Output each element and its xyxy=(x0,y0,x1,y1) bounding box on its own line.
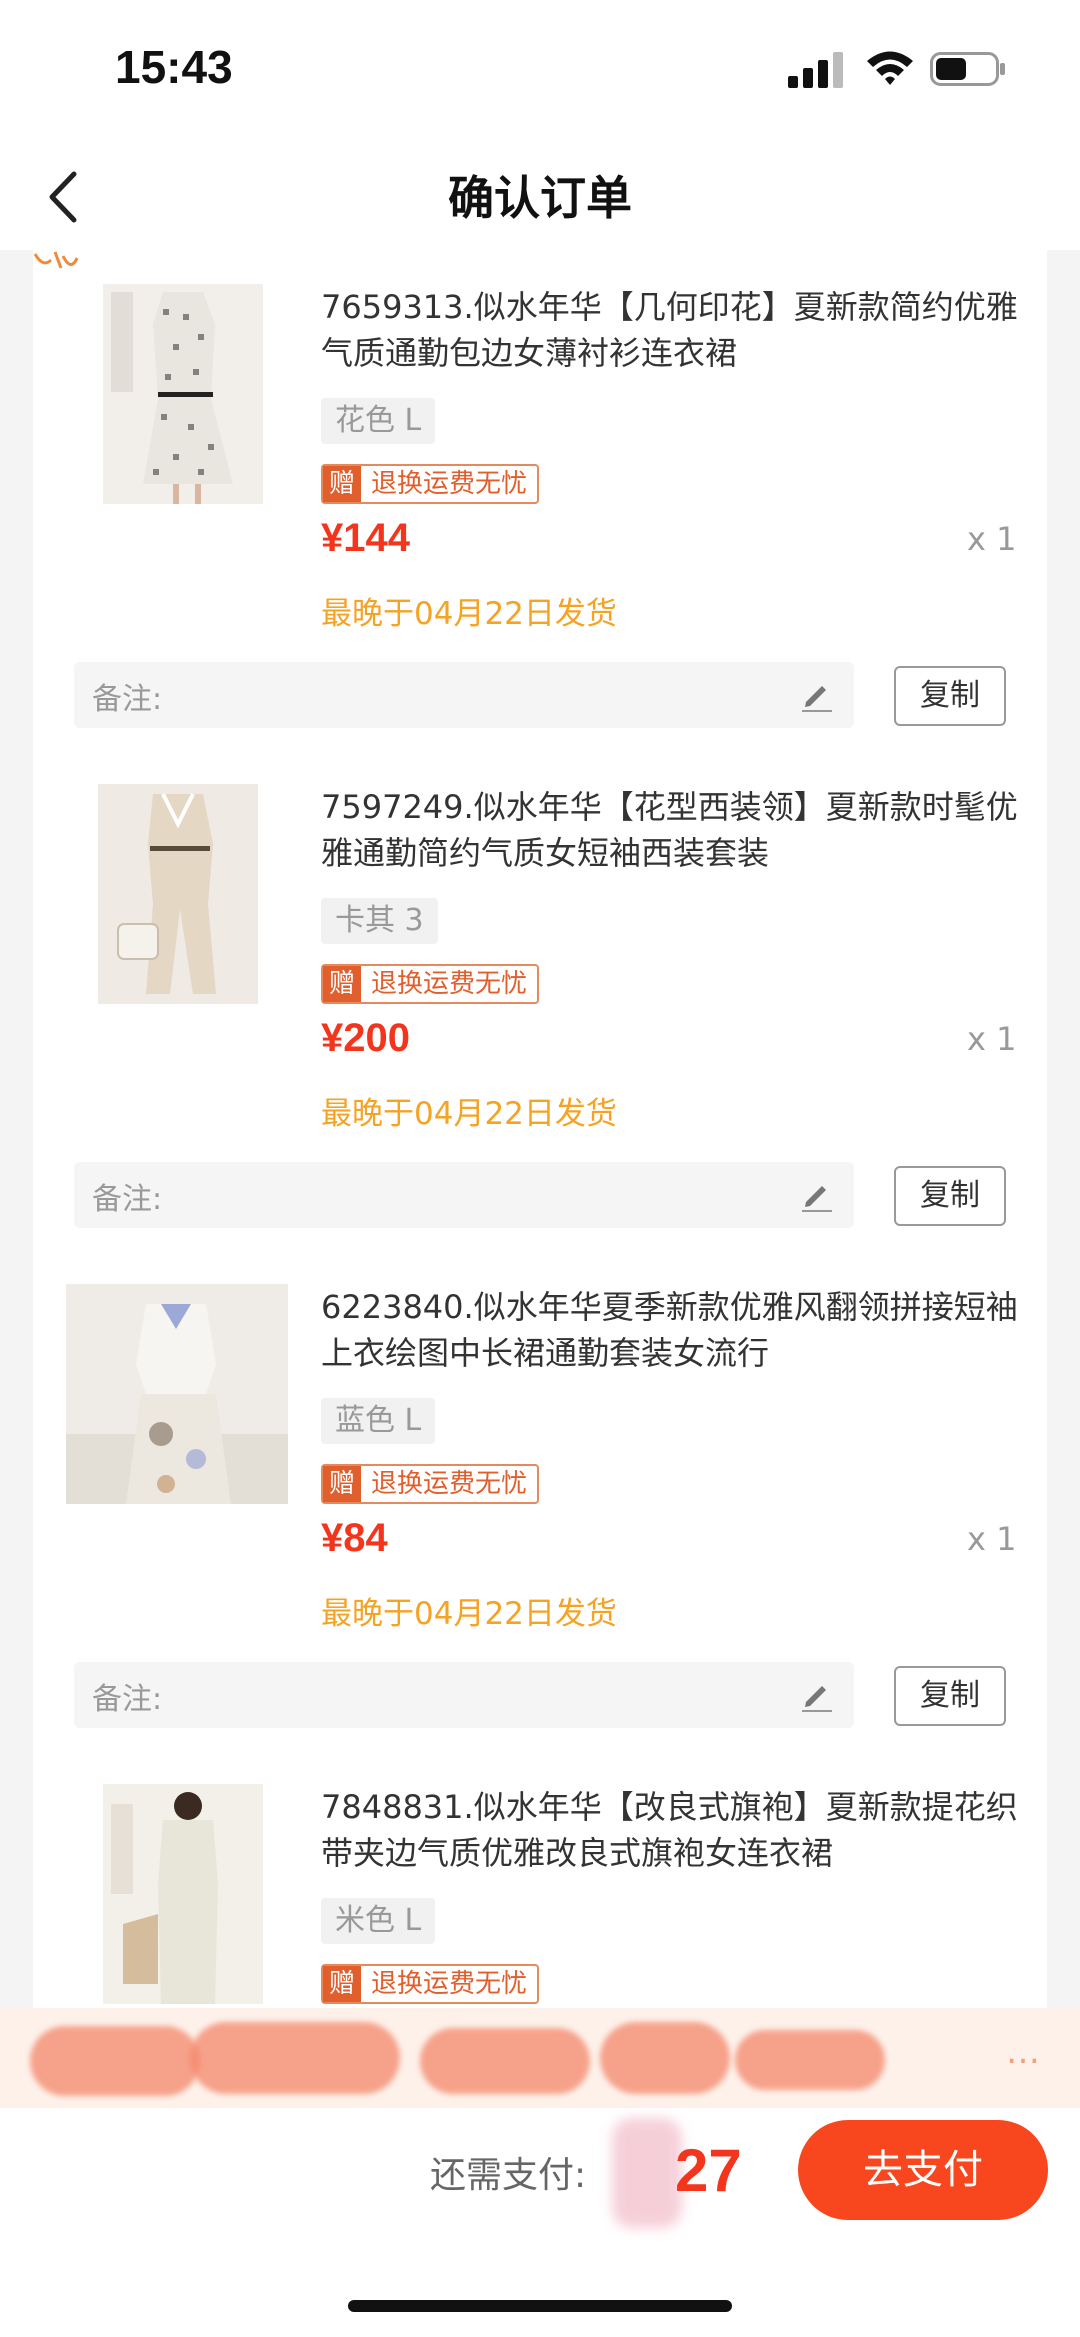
product-name[interactable]: 7597249.似水年华【花型西装领】夏新款时髦优雅通勤简约气质女短袖西装套装 xyxy=(321,784,1031,876)
gift-text: 退换运费无忧 xyxy=(371,1969,528,1999)
order-item: 7659313.似水年华【几何印花】夏新款简约优雅气质通勤包边女薄衬衫连衣裙 花… xyxy=(33,250,1047,750)
product-image[interactable] xyxy=(103,284,263,504)
pay-amount: 27 xyxy=(675,2137,742,2204)
edit-icon[interactable] xyxy=(798,676,836,714)
product-spec[interactable]: 卡其 3 xyxy=(321,898,438,944)
product-name[interactable]: 6223840.似水年华夏季新款优雅风翻领拼接短袖上衣绘图中长裙通勤套装女流行 xyxy=(321,1284,1031,1376)
order-item: 7848831.似水年华【改良式旗袍】夏新款提花织带夹边气质优雅改良式旗袍女连衣… xyxy=(33,1750,1047,2010)
product-spec[interactable]: 米色 L xyxy=(321,1898,436,1944)
gift-tag: 赠 退换运费无忧 xyxy=(321,1964,540,2004)
ship-deadline: 最晚于04月22日发货 xyxy=(321,1596,617,1632)
product-price: ¥144 xyxy=(321,516,410,560)
ship-deadline: 最晚于04月22日发货 xyxy=(321,596,617,632)
edit-icon[interactable] xyxy=(798,1676,836,1714)
battery-icon xyxy=(930,52,1005,86)
redacted-amount xyxy=(612,2118,682,2228)
copy-button[interactable]: 复制 xyxy=(894,1666,1006,1726)
product-qty: x 1 xyxy=(967,1020,1017,1058)
order-item: 6223840.似水年华夏季新款优雅风翻领拼接短袖上衣绘图中长裙通勤套装女流行 … xyxy=(33,1250,1047,1750)
remark-label: 备注: xyxy=(92,1182,163,1217)
remark-field[interactable]: 备注: xyxy=(74,1162,854,1228)
remark-field[interactable]: 备注: xyxy=(74,1662,854,1728)
gift-tag: 赠 退换运费无忧 xyxy=(321,464,540,504)
gift-tag: 赠 退换运费无忧 xyxy=(321,1464,540,1504)
page-title: 确认订单 xyxy=(448,171,632,225)
copy-button[interactable]: 复制 xyxy=(894,1166,1006,1226)
remark-label: 备注: xyxy=(92,682,163,717)
product-qty: x 1 xyxy=(967,520,1017,558)
product-spec[interactable]: 蓝色 L xyxy=(321,1398,436,1444)
gift-badge: 赠 xyxy=(323,466,362,502)
order-item: 7597249.似水年华【花型西装领】夏新款时髦优雅通勤简约气质女短袖西装套装 … xyxy=(33,750,1047,1250)
gift-badge: 赠 xyxy=(323,1466,362,1502)
address-text: … xyxy=(1006,2032,1040,2072)
product-price: ¥200 xyxy=(321,1016,410,1060)
gift-badge: 赠 xyxy=(323,966,362,1002)
pay-label: 还需支付: xyxy=(430,2155,587,2196)
product-name[interactable]: 7659313.似水年华【几何印花】夏新款简约优雅气质通勤包边女薄衬衫连衣裙 xyxy=(321,284,1031,376)
status-time: 15:43 xyxy=(115,41,233,93)
wifi-icon xyxy=(867,51,913,85)
product-name[interactable]: 7848831.似水年华【改良式旗袍】夏新款提花织带夹边气质优雅改良式旗袍女连衣… xyxy=(321,1784,1031,1876)
gift-text: 退换运费无忧 xyxy=(371,1469,528,1499)
gift-tag: 赠 退换运费无忧 xyxy=(321,964,540,1004)
product-image[interactable] xyxy=(98,784,258,1004)
gift-badge: 赠 xyxy=(323,1966,362,2002)
product-image[interactable] xyxy=(103,1784,263,2004)
gift-text: 退换运费无忧 xyxy=(371,969,528,999)
product-price: ¥84 xyxy=(321,1516,388,1560)
remark-label: 备注: xyxy=(92,1682,163,1717)
pay-button[interactable]: 去支付 xyxy=(798,2120,1048,2220)
edit-icon[interactable] xyxy=(798,1176,836,1214)
gift-text: 退换运费无忧 xyxy=(371,469,528,499)
ship-deadline: 最晚于04月22日发货 xyxy=(321,1096,617,1132)
product-qty: x 1 xyxy=(967,1520,1017,1558)
address-banner[interactable]: … xyxy=(0,2008,1080,2108)
product-image[interactable] xyxy=(66,1284,288,1504)
copy-button[interactable]: 复制 xyxy=(894,666,1006,726)
order-card: 7659313.似水年华【几何印花】夏新款简约优雅气质通勤包边女薄衬衫连衣裙 花… xyxy=(33,250,1047,2010)
home-indicator[interactable] xyxy=(348,2300,732,2312)
remark-field[interactable]: 备注: xyxy=(74,662,854,728)
status-bar: 15:43 xyxy=(0,0,1080,140)
product-spec[interactable]: 花色 L xyxy=(321,398,436,444)
nav-header: 确认订单 xyxy=(0,140,1080,250)
signal-icon xyxy=(788,52,843,88)
